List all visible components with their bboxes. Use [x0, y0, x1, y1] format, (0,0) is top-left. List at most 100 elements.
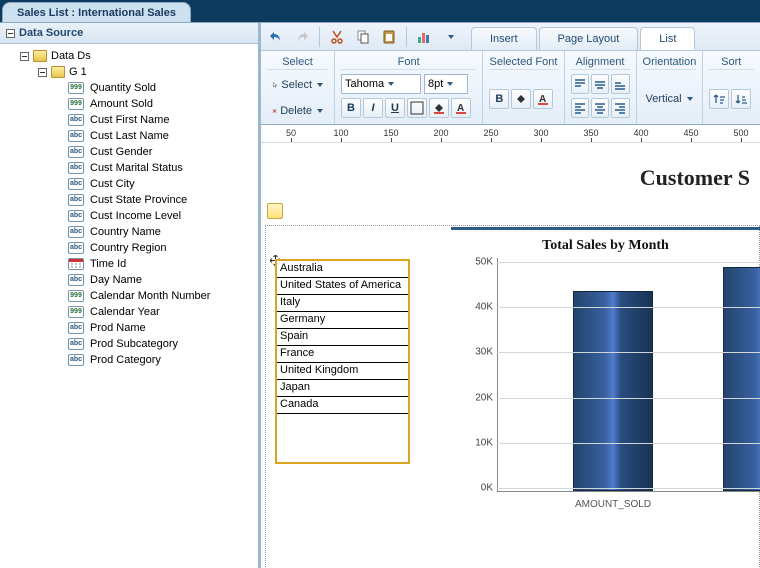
- text-field-icon: abc: [68, 226, 84, 238]
- insert-dropdown[interactable]: [439, 26, 461, 48]
- gridline: [497, 488, 760, 489]
- tree-field[interactable]: abcCust State Province: [2, 192, 256, 208]
- tree-field[interactable]: abcDay Name: [2, 272, 256, 288]
- document-tab[interactable]: Sales List : International Sales: [2, 2, 191, 22]
- selected-fill-button[interactable]: [511, 89, 531, 109]
- font-color-button[interactable]: A: [451, 98, 471, 118]
- minus-icon[interactable]: [38, 68, 47, 77]
- ruler-label: 100: [333, 128, 348, 138]
- align-bottom-button[interactable]: [611, 74, 629, 94]
- font-family-combo[interactable]: Tahoma: [341, 74, 421, 94]
- fill-color-button[interactable]: [429, 98, 449, 118]
- field-label: Amount Sold: [90, 98, 153, 110]
- gridline: [497, 307, 760, 308]
- tab-insert[interactable]: Insert: [471, 27, 537, 50]
- tree-field[interactable]: 999Calendar Year: [2, 304, 256, 320]
- tree-field[interactable]: Time Id: [2, 256, 256, 272]
- report-canvas[interactable]: Customer S AustraliaUnited States of Ame…: [261, 143, 760, 568]
- data-source-tree[interactable]: Data Ds G 1 999 Quantity Sold 999Amount So…: [0, 44, 258, 568]
- tree-group[interactable]: G 1: [2, 64, 256, 80]
- y-tick-label: 10K: [467, 437, 493, 448]
- font-size-combo[interactable]: 8pt: [424, 74, 468, 94]
- sort-asc-button[interactable]: [709, 89, 729, 109]
- country-list[interactable]: AustraliaUnited States of AmericaItalyGe…: [275, 259, 410, 464]
- tree-field[interactable]: abcProd Subcategory: [2, 336, 256, 352]
- tree-root[interactable]: Data Ds: [2, 48, 256, 64]
- selected-font-color-button[interactable]: A: [533, 89, 553, 109]
- tree-field[interactable]: abcCust City: [2, 176, 256, 192]
- list-item[interactable]: United Kingdom: [277, 363, 408, 380]
- align-right-button[interactable]: [611, 98, 629, 118]
- paste-button[interactable]: [378, 26, 400, 48]
- text-field-icon: abc: [68, 242, 84, 254]
- tree-field[interactable]: abcCust First Name: [2, 112, 256, 128]
- select-button[interactable]: Select: [267, 74, 328, 96]
- redo-button[interactable]: [291, 26, 313, 48]
- horizontal-ruler[interactable]: 50100150200250300350400450500: [261, 125, 760, 143]
- tree-field[interactable]: abcCust Marital Status: [2, 160, 256, 176]
- align-middle-button[interactable]: [591, 74, 609, 94]
- align-center-button[interactable]: [591, 98, 609, 118]
- tree-field[interactable]: 999 Quantity Sold: [2, 80, 256, 96]
- group-font-title: Font: [341, 54, 476, 70]
- chart-component[interactable]: Total Sales by Month AMOUNT_SOLD 0K10K20…: [451, 227, 760, 527]
- italic-button[interactable]: I: [363, 98, 383, 118]
- list-item[interactable]: United States of America: [277, 278, 408, 295]
- chart-bar: [573, 291, 653, 491]
- tree-field[interactable]: abcCust Last Name: [2, 128, 256, 144]
- field-label: Cust State Province: [90, 194, 187, 206]
- group-alignment-title: Alignment: [571, 54, 630, 70]
- selected-bold-button[interactable]: B: [489, 89, 509, 109]
- sort-desc-button[interactable]: [731, 89, 751, 109]
- text-field-icon: abc: [68, 354, 84, 366]
- group-select-title: Select: [267, 54, 328, 70]
- align-left-button[interactable]: [571, 98, 589, 118]
- y-tick-label: 20K: [467, 392, 493, 403]
- list-item[interactable]: Japan: [277, 380, 408, 397]
- cut-button[interactable]: [326, 26, 348, 48]
- chart-bar: [723, 267, 760, 491]
- insert-chart-button[interactable]: [413, 26, 435, 48]
- align-top-button[interactable]: [571, 74, 589, 94]
- orientation-combo[interactable]: Vertical: [641, 90, 698, 108]
- delete-button[interactable]: Delete: [267, 100, 328, 122]
- list-item[interactable]: Australia: [277, 261, 408, 278]
- copy-button[interactable]: [352, 26, 374, 48]
- list-item[interactable]: France: [277, 346, 408, 363]
- ruler-label: 350: [583, 128, 598, 138]
- list-item[interactable]: Spain: [277, 329, 408, 346]
- field-label: Cust Last Name: [90, 130, 169, 142]
- tree-field[interactable]: abcCust Income Level: [2, 208, 256, 224]
- tree-field[interactable]: abcCountry Name: [2, 224, 256, 240]
- gridline: [497, 443, 760, 444]
- text-field-icon: abc: [68, 162, 84, 174]
- field-label: Quantity Sold: [90, 82, 156, 94]
- list-item[interactable]: Germany: [277, 312, 408, 329]
- bold-button[interactable]: B: [341, 98, 361, 118]
- x-axis: [497, 491, 760, 492]
- tab-list[interactable]: List: [640, 27, 695, 50]
- tree-field[interactable]: abcCountry Region: [2, 240, 256, 256]
- y-tick-label: 30K: [467, 347, 493, 358]
- group-orientation-title: Orientation: [643, 54, 696, 70]
- collapse-icon[interactable]: [6, 29, 15, 38]
- undo-button[interactable]: [265, 26, 287, 48]
- tab-page-layout[interactable]: Page Layout: [539, 27, 639, 50]
- list-item-empty[interactable]: [277, 414, 408, 462]
- underline-button[interactable]: U: [385, 98, 405, 118]
- tree-field[interactable]: abcCust Gender: [2, 144, 256, 160]
- list-item[interactable]: Canada: [277, 397, 408, 414]
- minus-icon[interactable]: [20, 52, 29, 61]
- tree-field[interactable]: abcProd Category: [2, 352, 256, 368]
- border-button[interactable]: [407, 98, 427, 118]
- list-item[interactable]: Italy: [277, 295, 408, 312]
- number-field-icon: 999: [68, 82, 84, 94]
- tree-field[interactable]: abcProd Name: [2, 320, 256, 336]
- ruler-label: 150: [383, 128, 398, 138]
- data-source-header[interactable]: Data Source: [0, 23, 258, 44]
- tree-field[interactable]: 999Calendar Month Number: [2, 288, 256, 304]
- report-title: Customer S: [640, 165, 750, 191]
- tree-field[interactable]: 999Amount Sold: [2, 96, 256, 112]
- field-label: Cust Income Level: [90, 210, 181, 222]
- list-component-icon[interactable]: [267, 203, 283, 219]
